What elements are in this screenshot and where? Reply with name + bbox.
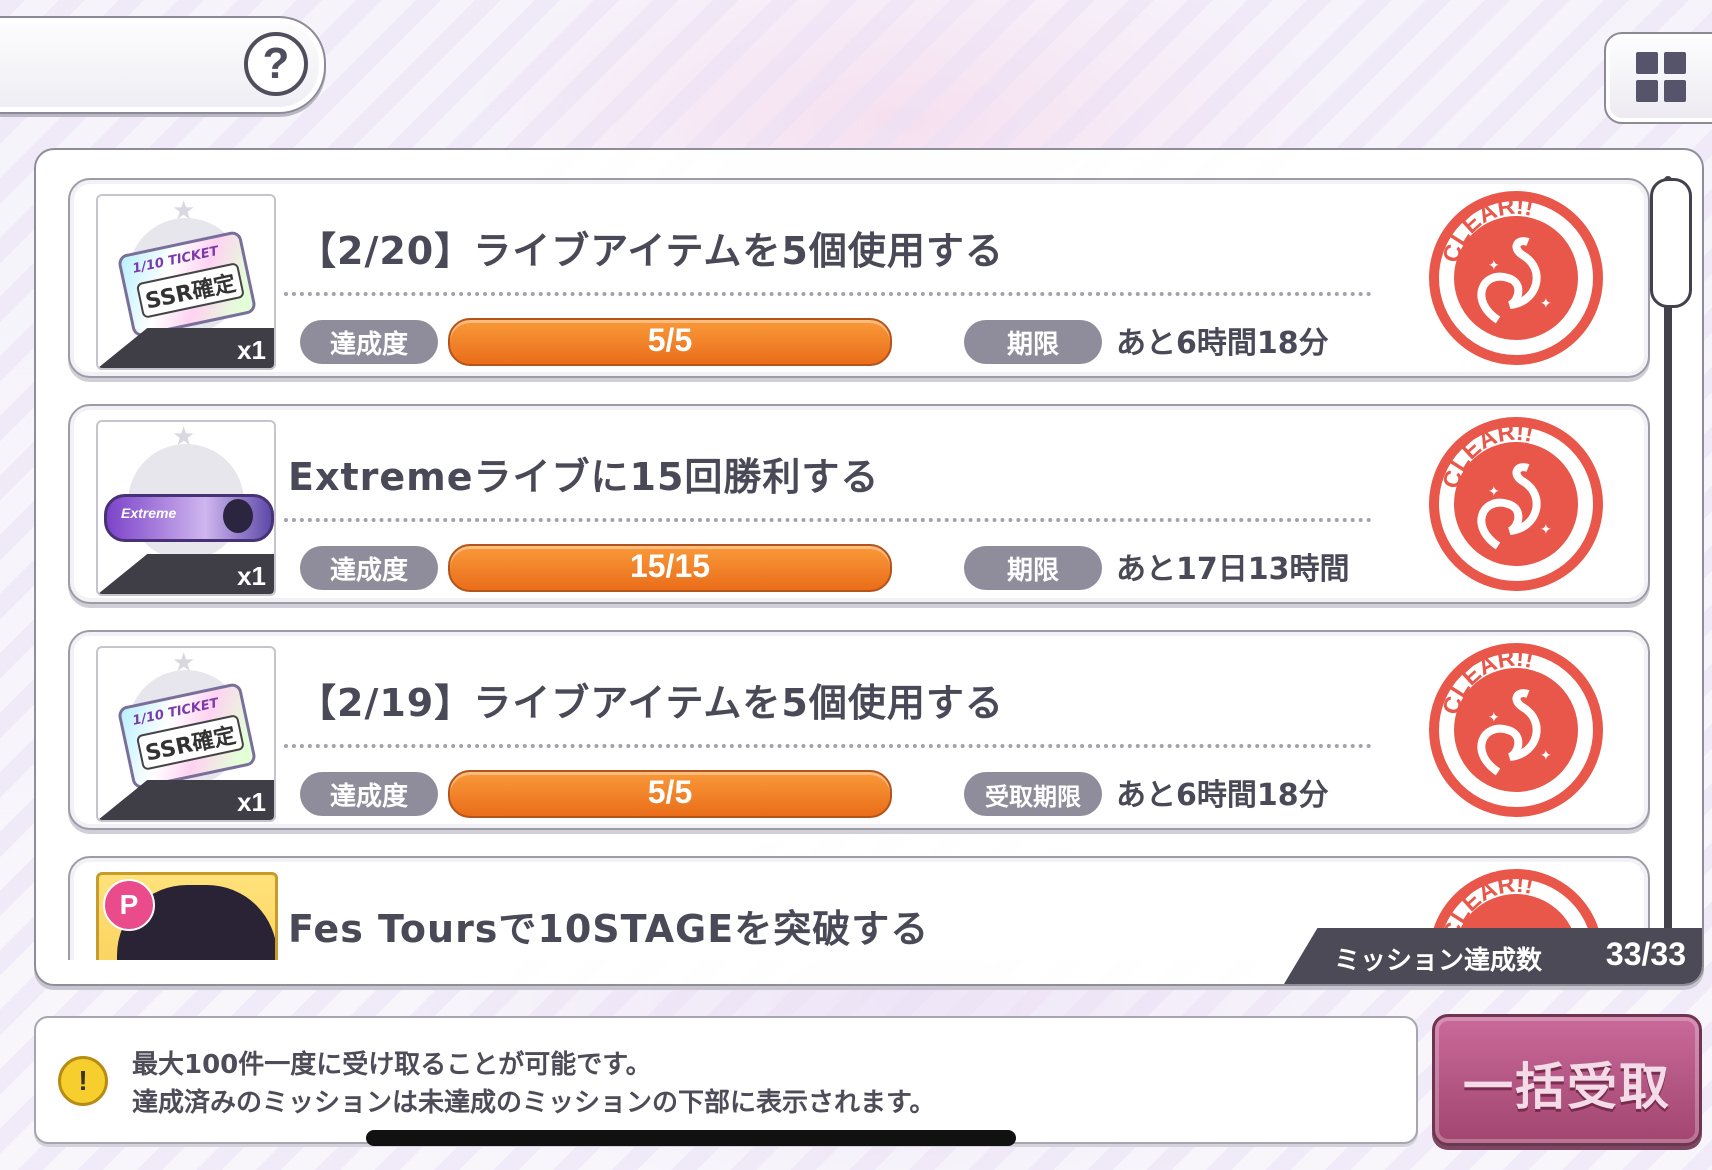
star-icon: ★ xyxy=(172,648,196,678)
divider xyxy=(284,518,1372,522)
mission-card[interactable]: ★ 1/10 TICKET SSR確定 x1 【2/19】ライブアイテムを5個使… xyxy=(68,630,1650,830)
deadline-text: あと6時間18分 xyxy=(1116,326,1329,361)
svg-text:✦: ✦ xyxy=(1488,710,1500,726)
reward-thumbnail: ★ Extreme x1 xyxy=(96,420,276,596)
mission-list[interactable]: ★ 1/10 TICKET SSR確定 x1 【2/20】ライブアイテムを5個使… xyxy=(36,150,1702,960)
extreme-ticket-icon: Extreme xyxy=(104,494,274,542)
help-button[interactable]: ? xyxy=(244,32,308,96)
bulk-receive-label: 一括受取 xyxy=(1463,1058,1671,1116)
divider xyxy=(284,292,1372,296)
info-line-1: 最大100件一度に受け取ることが可能です。 xyxy=(132,1050,652,1080)
svg-text:✦: ✦ xyxy=(1488,484,1500,500)
mission-title: Extremeライブに15回勝利する xyxy=(288,455,880,499)
mission-card[interactable]: ★ Extreme x1 Extremeライブに15回勝利する 達成度 15/1… xyxy=(68,404,1650,604)
progress-text: 15/15 xyxy=(629,548,711,584)
reward-thumbnail: P xyxy=(96,872,278,960)
deadline-label: 受取期限 xyxy=(964,772,1102,816)
progress-bar: 5/5 xyxy=(448,318,892,366)
reward-thumbnail: ★ 1/10 TICKET SSR確定 x1 xyxy=(96,194,276,370)
bulk-receive-button[interactable]: 一括受取 xyxy=(1432,1014,1702,1146)
mission-count-value: 33/33 xyxy=(1605,936,1686,972)
mission-title: 【2/20】ライブアイテムを5個使用する xyxy=(298,229,1004,273)
reward-quantity: x1 xyxy=(237,561,266,591)
deadline-text: あと6時間18分 xyxy=(1116,778,1329,813)
home-indicator[interactable] xyxy=(366,1130,1016,1146)
mission-panel: ★ 1/10 TICKET SSR確定 x1 【2/20】ライブアイテムを5個使… xyxy=(34,148,1704,986)
p-badge-icon: P xyxy=(103,879,155,931)
reward-quantity: x1 xyxy=(237,335,266,365)
mission-count-label: ミッション達成数 xyxy=(1334,946,1543,976)
help-icon: ? xyxy=(262,39,290,88)
svg-text:✦: ✦ xyxy=(1488,258,1500,274)
star-icon: ★ xyxy=(172,196,196,226)
clear-stamp-icon: CLEAR!! ✦ ✦ xyxy=(1429,643,1603,817)
mission-count-tab: ミッション達成数 33/33 xyxy=(1284,928,1702,984)
svg-text:✦: ✦ xyxy=(1540,748,1552,764)
deadline-text: あと17日13時間 xyxy=(1116,552,1350,587)
info-line-2: 達成済みのミッションは未達成のミッションの下部に表示されます。 xyxy=(132,1088,936,1118)
deadline-label: 期限 xyxy=(964,546,1102,590)
clear-stamp-icon: CLEAR!! ✦ ✦ xyxy=(1429,191,1603,365)
deadline-label: 期限 xyxy=(964,320,1102,364)
progress-label: 達成度 xyxy=(300,772,438,816)
svg-text:✦: ✦ xyxy=(1540,296,1552,312)
star-icon: ★ xyxy=(172,422,196,452)
progress-label: 達成度 xyxy=(300,320,438,364)
reward-thumbnail: ★ 1/10 TICKET SSR確定 x1 xyxy=(96,646,276,822)
menu-button[interactable] xyxy=(1604,32,1712,124)
progress-bar: 15/15 xyxy=(448,544,892,592)
warning-icon: ! xyxy=(58,1056,108,1106)
reward-quantity: x1 xyxy=(237,787,266,817)
progress-text: 5/5 xyxy=(647,774,693,810)
progress-bar: 5/5 xyxy=(448,770,892,818)
grid-menu-icon xyxy=(1636,52,1688,104)
mission-title: Fes Toursで10STAGEを突破する xyxy=(288,907,930,951)
progress-text: 5/5 xyxy=(647,322,693,358)
info-box: ! 最大100件一度に受け取ることが可能です。 達成済みのミッションは未達成のミ… xyxy=(34,1016,1418,1144)
svg-text:✦: ✦ xyxy=(1540,522,1552,538)
mission-card[interactable]: ★ 1/10 TICKET SSR確定 x1 【2/20】ライブアイテムを5個使… xyxy=(68,178,1650,378)
progress-label: 達成度 xyxy=(300,546,438,590)
mission-title: 【2/19】ライブアイテムを5個使用する xyxy=(298,681,1004,725)
clear-stamp-icon: CLEAR!! ✦ ✦ xyxy=(1429,417,1603,591)
divider xyxy=(284,744,1372,748)
scrollbar-thumb[interactable] xyxy=(1650,178,1692,308)
